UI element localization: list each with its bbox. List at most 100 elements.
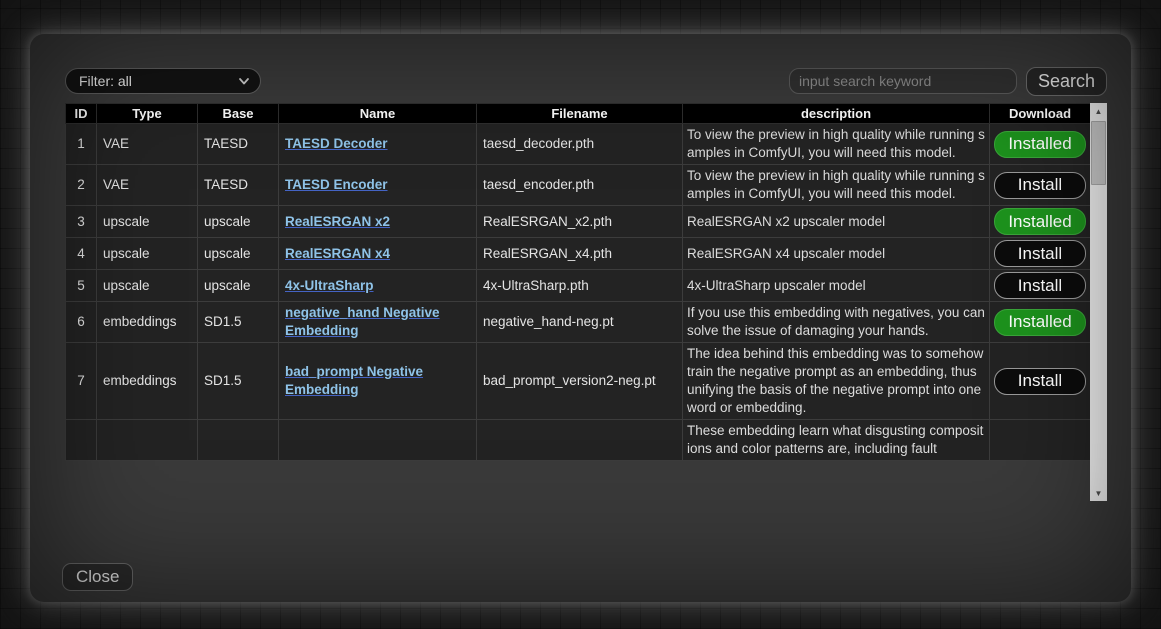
cell-filename: 4x-UltraSharp.pth: [477, 270, 683, 302]
column-header-filename: Filename: [477, 104, 683, 124]
cell-name: 4x-UltraSharp: [279, 270, 477, 302]
table-row: 3upscaleupscaleRealESRGAN x2RealESRGAN_x…: [66, 206, 1091, 238]
cell-base: SD1.5: [198, 302, 279, 343]
column-header-name: Name: [279, 104, 477, 124]
cell-download: Install: [990, 238, 1091, 270]
scrollbar-thumb[interactable]: [1091, 121, 1106, 185]
cell-description: 4x-UltraSharp upscaler model: [683, 270, 990, 302]
cell-description: To view the preview in high quality whil…: [683, 124, 990, 165]
cell-base: TAESD: [198, 124, 279, 165]
table-row: 2VAETAESD TAESD Encoder taesd_encoder.pthT…: [66, 165, 1091, 206]
cell-download: Installed: [990, 302, 1091, 343]
cell-name: negative_hand Negative Embedding: [279, 302, 477, 343]
cell-filename: [477, 420, 683, 461]
column-header-base: Base: [198, 104, 279, 124]
table-scrollbar[interactable]: ▲ ▼: [1090, 103, 1107, 501]
cell-name: TAESD Encoder: [279, 165, 477, 206]
cell-id: [66, 420, 97, 461]
cell-name: RealESRGAN x4: [279, 238, 477, 270]
cell-type: upscale: [97, 206, 198, 238]
cell-type: VAE: [97, 165, 198, 206]
cell-type: VAE: [97, 124, 198, 165]
model-table-container: IDTypeBaseNameFilenamedescriptionDownloa…: [65, 103, 1107, 501]
cell-id: 7: [66, 343, 97, 420]
scroll-down-arrow-icon[interactable]: ▼: [1090, 485, 1107, 501]
cell-id: 1: [66, 124, 97, 165]
filter-select-label: Filter: all: [79, 73, 238, 89]
install-button[interactable]: Install: [994, 172, 1086, 199]
cell-description: To view the preview in high quality whil…: [683, 165, 990, 206]
column-header-id: ID: [66, 104, 97, 124]
cell-filename: negative_hand-neg.pt: [477, 302, 683, 343]
table-header: IDTypeBaseNameFilenamedescriptionDownloa…: [66, 104, 1091, 124]
table-row: 5upscaleupscale4x-UltraSharp4x-UltraShar…: [66, 270, 1091, 302]
cell-description: The idea behind this embedding was to so…: [683, 343, 990, 420]
install-button[interactable]: Install: [994, 272, 1086, 299]
model-manager-dialog: Filter: all Search IDTypeBaseNameFilenam…: [30, 34, 1131, 602]
cell-download: Install: [990, 270, 1091, 302]
cell-description: RealESRGAN x4 upscaler model: [683, 238, 990, 270]
cell-type: embeddings: [97, 302, 198, 343]
cell-type: embeddings: [97, 343, 198, 420]
model-name-link[interactable]: RealESRGAN x2: [285, 214, 390, 229]
table-row: 1VAETAESD TAESD Decoder taesd_decoder.pthT…: [66, 124, 1091, 165]
cell-download: Install: [990, 165, 1091, 206]
installed-button[interactable]: Installed: [994, 208, 1086, 235]
cell-description: If you use this embedding with negatives…: [683, 302, 990, 343]
column-header-download: Download: [990, 104, 1091, 124]
cell-type: upscale: [97, 270, 198, 302]
table-row: 7embeddingsSD1.5bad_prompt Negative Embe…: [66, 343, 1091, 420]
install-button[interactable]: Install: [994, 240, 1086, 267]
model-name-link[interactable]: 4x-UltraSharp: [285, 278, 374, 293]
cell-name: TAESD Decoder: [279, 124, 477, 165]
model-name-link[interactable]: bad_prompt Negative Embedding: [285, 364, 423, 397]
filter-select[interactable]: Filter: all: [65, 68, 261, 94]
table-body: 1VAETAESDTAESD Decodertaesd_decoder.pthT…: [66, 124, 1091, 461]
chevron-down-icon: [238, 75, 250, 87]
install-button[interactable]: Install: [994, 368, 1086, 395]
search-button[interactable]: Search: [1026, 67, 1107, 96]
scroll-up-arrow-icon[interactable]: ▲: [1090, 103, 1107, 119]
cell-base: TAESD: [198, 165, 279, 206]
cell-base: upscale: [198, 206, 279, 238]
cell-base: [198, 420, 279, 461]
cell-description: These embedding learn what disgusting co…: [683, 420, 990, 461]
model-name-link[interactable]: RealESRGAN x4: [285, 246, 390, 261]
search-group: Search: [789, 67, 1107, 96]
installed-button[interactable]: Installed: [994, 131, 1086, 158]
cell-type: [97, 420, 198, 461]
cell-download: [990, 420, 1091, 461]
cell-download: Installed: [990, 206, 1091, 238]
cell-filename: taesd_encoder.pth: [477, 165, 683, 206]
cell-id: 6: [66, 302, 97, 343]
model-name-link[interactable]: TAESD Decoder: [285, 136, 388, 151]
cell-description: RealESRGAN x2 upscaler model: [683, 206, 990, 238]
cell-base: upscale: [198, 238, 279, 270]
cell-filename: RealESRGAN_x2.pth: [477, 206, 683, 238]
table-row: 6embeddingsSD1.5negative_hand Negative E…: [66, 302, 1091, 343]
cell-id: 2: [66, 165, 97, 206]
cell-name: [279, 420, 477, 461]
cell-download: Installed: [990, 124, 1091, 165]
cell-filename: RealESRGAN_x4.pth: [477, 238, 683, 270]
cell-filename: taesd_decoder.pth: [477, 124, 683, 165]
cell-base: upscale: [198, 270, 279, 302]
table-row: 4upscaleupscaleRealESRGAN x4RealESRGAN_x…: [66, 238, 1091, 270]
cell-base: SD1.5: [198, 343, 279, 420]
cell-name: RealESRGAN x2: [279, 206, 477, 238]
cell-id: 4: [66, 238, 97, 270]
cell-download: Install: [990, 343, 1091, 420]
cell-type: upscale: [97, 238, 198, 270]
table-row: These embedding learn what disgusting co…: [66, 420, 1091, 461]
table-header-row: IDTypeBaseNameFilenamedescriptionDownloa…: [66, 104, 1091, 124]
toolbar: Filter: all Search: [65, 66, 1107, 96]
column-header-type: Type: [97, 104, 198, 124]
search-input[interactable]: [789, 68, 1017, 94]
model-name-link[interactable]: TAESD Encoder: [285, 177, 388, 192]
cell-filename: bad_prompt_version2-neg.pt: [477, 343, 683, 420]
close-button[interactable]: Close: [62, 563, 133, 591]
model-name-link[interactable]: negative_hand Negative Embedding: [285, 305, 440, 338]
cell-name: bad_prompt Negative Embedding: [279, 343, 477, 420]
installed-button[interactable]: Installed: [994, 309, 1086, 336]
cell-id: 5: [66, 270, 97, 302]
